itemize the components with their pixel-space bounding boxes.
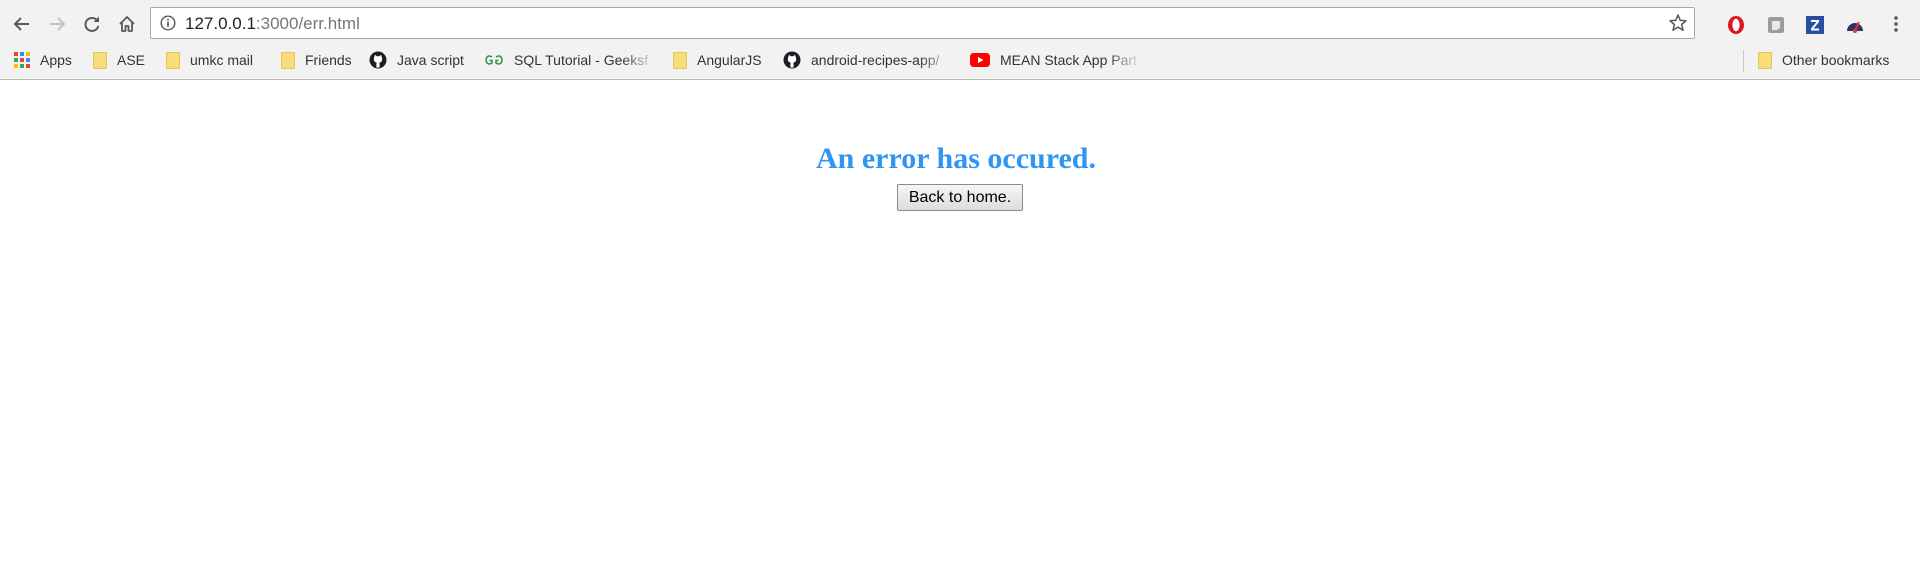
bookmark-label: MEAN Stack App Part [1000,52,1137,68]
error-heading: An error has occured. [816,142,1096,175]
bookmark-apps[interactable]: Apps [14,48,72,72]
forward-arrow-icon [50,17,66,31]
bookmark-label: AngularJS [697,52,762,68]
address-bar[interactable]: 127.0.0.1:3000/err.html [150,7,1695,39]
browser-toolbar: 127.0.0.1:3000/err.html [0,4,1920,44]
bookmark-label: android-recipes-app/ [811,52,940,68]
url-path: :3000/err.html [255,14,360,33]
bookmark-label: Other bookmarks [1782,52,1890,68]
folder-icon [1758,51,1772,69]
forward-button[interactable] [44,11,70,37]
github-icon [783,51,801,69]
reload-icon [84,16,100,32]
bookmark-other-bookmarks[interactable]: Other bookmarks [1758,48,1889,72]
folder-icon [281,51,295,69]
bookmark-label: Apps [40,52,72,68]
bookmark-label: SQL Tutorial - Geeksf [514,52,649,68]
page-content: An error has occured. Back to home. [0,80,1920,569]
bookmark-sql-tutorial[interactable]: SQL Tutorial - Geeksf [484,48,656,72]
bookmark-mean-stack-app[interactable]: MEAN Stack App Part [970,48,1142,72]
opera-icon[interactable] [1726,15,1746,35]
github-icon [369,51,387,69]
home-nav-button[interactable] [114,11,140,37]
star-icon[interactable] [1668,13,1688,33]
bookmark-folder-umkc-mail[interactable]: umkc mail [166,48,253,72]
folder-icon [93,51,107,69]
bookmark-label: ASE [117,52,146,68]
url-text[interactable]: 127.0.0.1:3000/err.html [185,14,360,34]
bookmark-folder-friends[interactable]: Friends [281,48,352,72]
info-icon[interactable] [160,15,176,31]
apps-grid-icon [14,52,30,68]
menu-button[interactable] [1883,11,1909,37]
browser-chrome: 127.0.0.1:3000/err.html Apps ASE umkc ma… [0,0,1920,80]
bookmark-label: umkc mail [190,52,254,68]
url-host: 127.0.0.1 [185,14,256,33]
reload-button[interactable] [79,11,105,37]
bookmark-folder-angularjs[interactable]: AngularJS [673,48,762,72]
extension-gray-icon[interactable] [1766,15,1786,35]
bookmark-android-recipes-app[interactable]: android-recipes-app/ [783,48,953,72]
speedometer-icon[interactable] [1845,15,1865,35]
bookmark-folder-ase[interactable]: ASE [93,48,145,72]
geeksforgeeks-icon [485,55,503,65]
bookmark-label: Friends [305,52,352,68]
back-arrow-icon [13,17,29,31]
folder-icon [166,51,180,69]
youtube-icon [970,53,990,67]
z-extension-icon[interactable] [1805,15,1825,35]
back-button[interactable] [9,11,35,37]
back-to-home-button[interactable]: Back to home. [897,184,1023,211]
bookmark-label: Java script [397,52,464,68]
folder-icon [673,51,687,69]
bookmark-java-script[interactable]: Java script [369,48,464,72]
more-vertical-icon [1894,16,1898,32]
home-icon [119,16,135,32]
bookmarks-bar: Apps ASE umkc mail Friends Java script S… [0,46,1920,74]
bookmarks-separator [1743,50,1744,72]
